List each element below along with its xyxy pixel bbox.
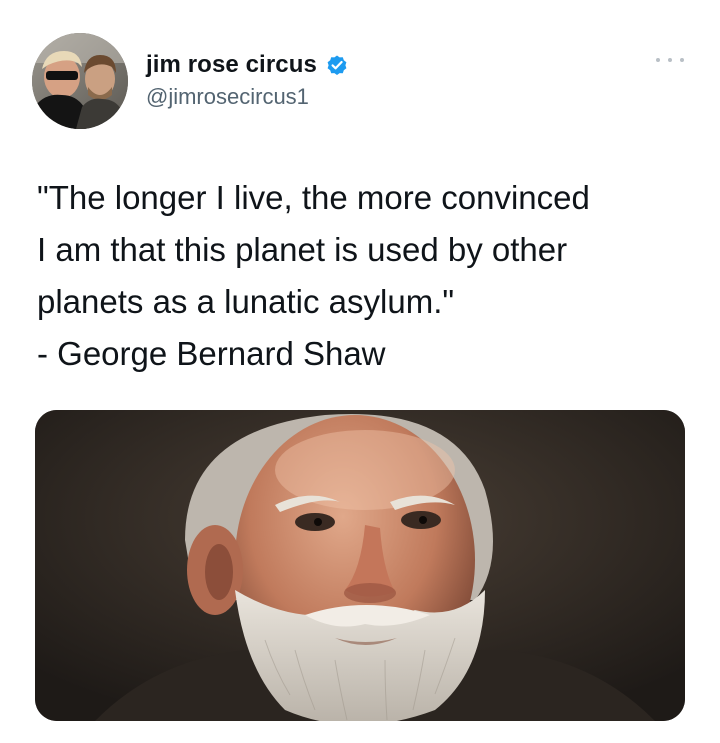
- verified-badge-icon: [325, 53, 349, 77]
- tweet-text-line: - George Bernard Shaw: [37, 335, 386, 372]
- author-block: jim rose circus @jimrosecircus1: [146, 50, 349, 110]
- tweet-text-line: "The longer I live, the more convinced: [37, 179, 590, 216]
- tweet-text-line: I am that this planet is used by other: [37, 231, 568, 268]
- tweet-text: "The longer I live, the more convinced I…: [37, 172, 697, 380]
- more-dot: [656, 58, 660, 62]
- tweet-media-image[interactable]: [35, 410, 685, 721]
- tweet-text-line: planets as a lunatic asylum.": [37, 283, 455, 320]
- more-options-icon[interactable]: [656, 54, 684, 66]
- more-dot: [680, 58, 684, 62]
- tweet-card: jim rose circus @jimrosecircus1 "The lon…: [0, 0, 720, 743]
- more-dot: [668, 58, 672, 62]
- author-name-row: jim rose circus: [146, 50, 349, 80]
- author-display-name[interactable]: jim rose circus: [146, 51, 317, 79]
- profile-avatar[interactable]: [32, 33, 128, 129]
- author-handle[interactable]: @jimrosecircus1: [146, 84, 349, 110]
